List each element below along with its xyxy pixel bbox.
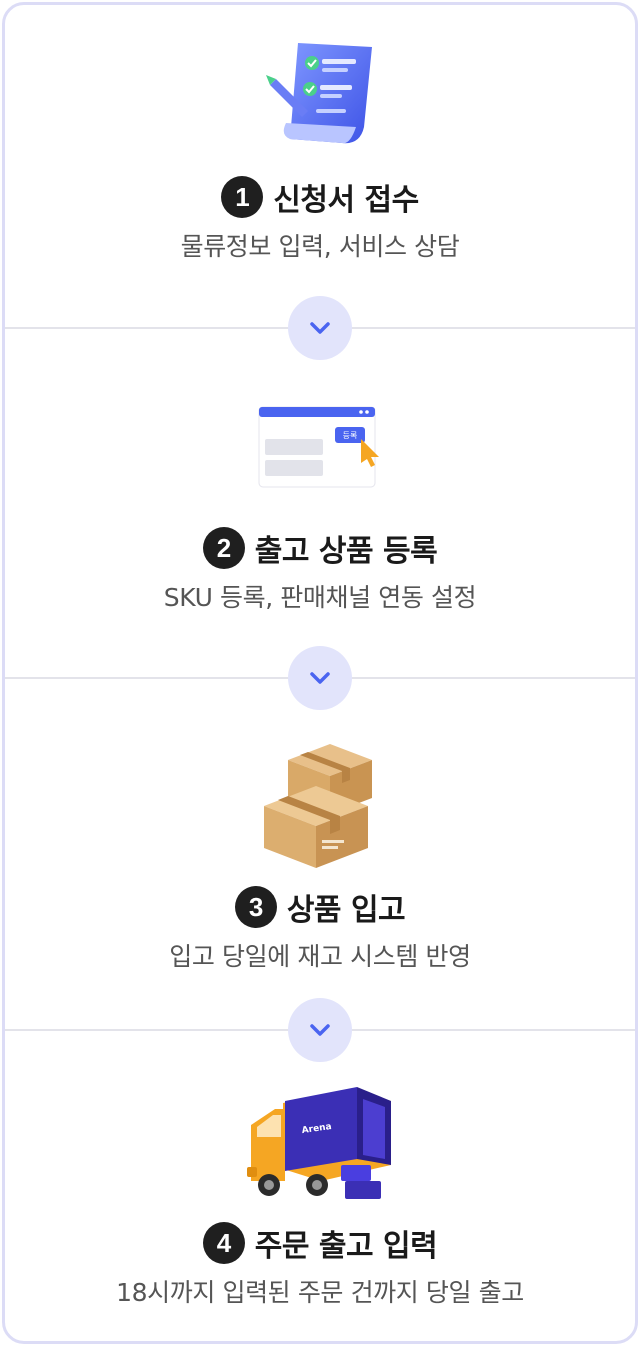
step-3-title: 3 상품 입고 [5, 885, 635, 929]
delivery-truck-icon: Arena [5, 1085, 635, 1205]
step-3-title-text: 상품 입고 [286, 893, 406, 928]
step-2-title-text: 출고 상품 등록 [254, 534, 438, 569]
chevron-down-icon [288, 296, 352, 360]
step-3-number: 3 [234, 886, 277, 928]
step-4-number: 4 [202, 1222, 245, 1264]
step-2-description: SKU 등록, 판매채널 연동 설정 [163, 583, 477, 612]
step-1-description: 물류정보 입력, 서비스 상담 [180, 232, 460, 261]
register-window-icon: 등록 [5, 405, 635, 491]
step-4-title: 4 주문 출고 입력 [5, 1221, 635, 1265]
step-1-title: 1 신청서 접수 [5, 175, 635, 219]
register-button-label: 등록 [343, 431, 358, 440]
chevron-down-icon [288, 998, 352, 1062]
process-card: 1 신청서 접수 물류정보 입력, 서비스 상담 등록 2 출고 상품 등록 S… [2, 2, 638, 1344]
step-2-title: 2 출고 상품 등록 [5, 526, 635, 570]
chevron-down-icon [288, 646, 352, 710]
step-4-description: 18시까지 입력된 주문 건까지 당일 출고 [116, 1278, 524, 1307]
boxes-icon [5, 740, 635, 872]
step-1-title-text: 신청서 접수 [273, 183, 419, 218]
step-3-description: 입고 당일에 재고 시스템 반영 [169, 942, 471, 971]
step-1-number: 1 [221, 176, 264, 218]
document-checklist-icon [5, 39, 635, 151]
step-4-title-text: 주문 출고 입력 [254, 1229, 438, 1264]
step-2-number: 2 [202, 527, 245, 569]
